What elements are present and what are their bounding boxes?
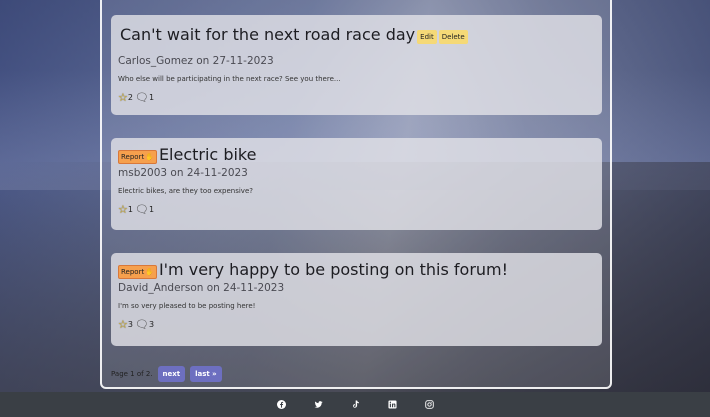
- star-icon[interactable]: ☆: [118, 319, 128, 330]
- comments-count: 1: [148, 93, 155, 102]
- comments-count: 3: [148, 320, 155, 329]
- footer: [0, 392, 710, 417]
- post-title: Can't wait for the next road race day: [120, 25, 416, 44]
- post-meta: msb2003 on 24-11-2023: [118, 167, 248, 179]
- post-card: Report ✋ Electric bike msb2003 on 24-11-…: [111, 138, 602, 230]
- post-meta: Carlos_Gomez on 27-11-2023: [118, 55, 274, 67]
- post-stats: ☆ 2 🗨 1: [118, 92, 595, 103]
- thumbs-down-icon: ✋: [145, 153, 154, 161]
- twitter-icon[interactable]: [314, 400, 323, 409]
- likes-count: 3: [127, 320, 133, 329]
- star-icon[interactable]: ☆: [118, 92, 128, 103]
- report-label: Report: [121, 153, 145, 161]
- page-indicator: Page 1 of 2.: [111, 370, 153, 378]
- post-meta: David_Anderson on 24-11-2023: [118, 282, 285, 294]
- delete-button[interactable]: Delete: [438, 30, 468, 44]
- linkedin-icon[interactable]: [387, 400, 397, 409]
- comment-icon[interactable]: 🗨: [135, 92, 149, 103]
- next-page-button[interactable]: next: [157, 366, 186, 382]
- report-label: Report: [121, 268, 145, 276]
- post-title-row: Can't wait for the next road race day Ed…: [118, 15, 595, 44]
- post-body: Who else will be participating in the ne…: [118, 75, 341, 83]
- post-title: I'm very happy to be posting on this for…: [158, 260, 509, 279]
- post-card: Can't wait for the next road race day Ed…: [111, 15, 602, 115]
- post-stats: ☆ 3 🗨 3: [118, 319, 595, 330]
- tiktok-icon[interactable]: [351, 400, 360, 409]
- instagram-icon[interactable]: [424, 400, 434, 409]
- last-page-button[interactable]: last »: [190, 366, 222, 382]
- edit-button[interactable]: Edit: [417, 30, 437, 44]
- report-button[interactable]: Report ✋: [118, 265, 157, 279]
- post-stats: ☆ 1 🗨 1: [118, 204, 595, 215]
- post-body: I'm so very pleased to be posting here!: [118, 302, 256, 310]
- star-icon[interactable]: ☆: [118, 204, 128, 215]
- report-button[interactable]: Report ✋: [118, 150, 157, 164]
- thumbs-down-icon: ✋: [145, 268, 154, 276]
- post-card: Report ✋ I'm very happy to be posting on…: [111, 253, 602, 346]
- post-body: Electric bikes, are they too expensive?: [118, 187, 253, 195]
- pagination: Page 1 of 2. next last »: [111, 366, 222, 382]
- post-title-row: Report ✋ Electric bike: [118, 138, 595, 164]
- facebook-icon[interactable]: [276, 400, 286, 409]
- comment-icon[interactable]: 🗨: [135, 204, 149, 215]
- post-title: Electric bike: [158, 145, 257, 164]
- likes-count: 1: [127, 205, 133, 214]
- comment-icon[interactable]: 🗨: [135, 319, 149, 330]
- comments-count: 1: [148, 205, 155, 214]
- post-title-row: Report ✋ I'm very happy to be posting on…: [118, 253, 595, 279]
- likes-count: 2: [127, 93, 133, 102]
